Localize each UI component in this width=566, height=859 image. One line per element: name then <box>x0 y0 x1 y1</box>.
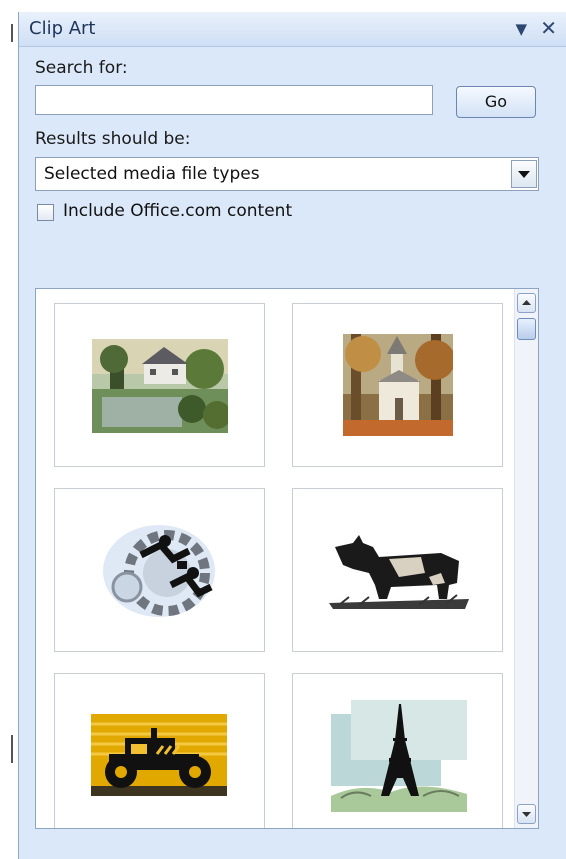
clip-art-pane: Clip Art ▼ ✕ Search for: Go Results shou… <box>18 12 566 859</box>
clipart-cow[interactable] <box>292 488 503 652</box>
tractor-clipart-icon <box>91 714 227 796</box>
edge-mark <box>11 735 13 763</box>
clipart-tractor[interactable] <box>54 673 265 828</box>
cow-clipart-icon <box>329 535 469 609</box>
include-office-checkbox[interactable] <box>37 204 54 221</box>
chevron-down-icon <box>518 171 530 178</box>
media-type-value: Selected media file types <box>44 164 260 184</box>
arrow-up-icon <box>522 300 531 305</box>
clipart-eiffel-tower[interactable] <box>292 673 503 828</box>
pane-title: Clip Art <box>29 18 96 39</box>
go-button[interactable]: Go <box>456 86 536 118</box>
scroll-thumb[interactable] <box>517 318 536 340</box>
pane-titlebar: Clip Art ▼ ✕ <box>19 12 566 47</box>
results-filter-label: Results should be: <box>35 129 191 149</box>
clipart-church-autumn[interactable] <box>292 303 503 467</box>
scroll-up-button[interactable] <box>517 293 536 313</box>
clipart-business-gear[interactable] <box>54 488 265 652</box>
select-dropdown-button[interactable] <box>511 160 537 188</box>
left-edge <box>0 0 18 859</box>
cottage-lake-clipart-icon <box>92 339 228 433</box>
eiffel-tower-clipart-icon <box>331 700 467 812</box>
include-office-label[interactable]: Include Office.com content <box>63 201 292 221</box>
search-label: Search for: <box>35 58 128 78</box>
edge-mark <box>11 24 13 42</box>
church-autumn-clipart-icon <box>343 334 453 436</box>
results-scrollbar[interactable] <box>514 289 538 828</box>
arrow-down-icon <box>522 812 531 817</box>
close-icon[interactable]: ✕ <box>540 16 557 40</box>
pane-options-dropdown-icon[interactable]: ▼ <box>515 20 527 38</box>
business-gear-clipart-icon <box>103 525 215 617</box>
results-list <box>35 288 539 829</box>
search-input[interactable] <box>35 85 433 115</box>
clipart-cottage-lake[interactable] <box>54 303 265 467</box>
media-type-select[interactable]: Selected media file types <box>35 157 539 191</box>
scroll-down-button[interactable] <box>517 804 536 824</box>
